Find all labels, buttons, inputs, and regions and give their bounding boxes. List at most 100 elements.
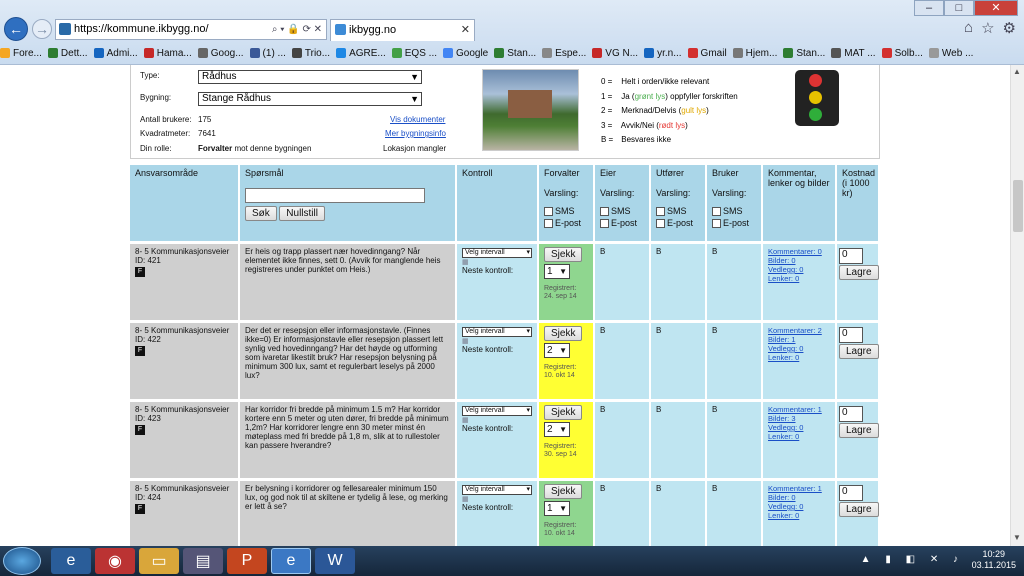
save-button[interactable]: Lagre: [839, 502, 879, 517]
comments-link[interactable]: Kommentarer: 2: [768, 326, 822, 335]
back-button[interactable]: ←: [4, 17, 28, 41]
favorite-item[interactable]: Hama...: [143, 48, 192, 59]
favorite-item[interactable]: MAT ...: [831, 48, 876, 59]
ie-taskbar-icon[interactable]: e: [51, 548, 91, 574]
attachments-link[interactable]: Vedlegg: 0: [768, 423, 803, 432]
attachments-link[interactable]: Vedlegg: 0: [768, 344, 803, 353]
flag-icon[interactable]: F: [135, 267, 145, 277]
interval-select[interactable]: Velg intervall ▾: [462, 485, 532, 495]
links-link[interactable]: Lenker: 0: [768, 353, 799, 362]
search-input[interactable]: [245, 188, 425, 203]
images-link[interactable]: Bilder: 3: [768, 414, 796, 423]
links-link[interactable]: Lenker: 0: [768, 274, 799, 283]
favorite-item[interactable]: Fore...: [0, 48, 42, 59]
sms-checkbox[interactable]: [600, 207, 609, 217]
favorites-star-icon[interactable]: ☆: [981, 19, 994, 37]
links-link[interactable]: Lenker: 0: [768, 511, 799, 520]
browser-tab[interactable]: ikbygg.no ✕: [330, 19, 475, 41]
close-tab-icon[interactable]: ✕: [461, 20, 470, 40]
address-bar[interactable]: https://kommune.ikbygg.no/ ⌕ ▾ 🔒 ⟳ ✕: [55, 19, 327, 40]
show-documents-link[interactable]: Vis dokumenter: [390, 115, 445, 124]
powerpoint-taskbar-icon[interactable]: P: [227, 548, 267, 574]
status-select[interactable]: 1 ▼: [544, 264, 570, 279]
attachments-link[interactable]: Vedlegg: 0: [768, 265, 803, 274]
comments-link[interactable]: Kommentarer: 0: [768, 247, 822, 256]
email-checkbox[interactable]: [656, 219, 665, 229]
favorite-item[interactable]: Hjem...: [732, 48, 777, 59]
favorite-item[interactable]: Web ...: [928, 48, 973, 59]
sms-checkbox[interactable]: [544, 207, 553, 217]
attachments-link[interactable]: Vedlegg: 0: [768, 502, 803, 511]
favorite-item[interactable]: Stan...: [494, 48, 536, 59]
explorer-taskbar-icon[interactable]: ▭: [139, 548, 179, 574]
minimize-button[interactable]: –: [914, 0, 944, 16]
comments-link[interactable]: Kommentarer: 1: [768, 405, 822, 414]
images-link[interactable]: Bilder: 0: [768, 256, 796, 265]
building-info-link[interactable]: Mer bygningsinfo: [385, 129, 446, 138]
flag-icon[interactable]: F: [135, 346, 145, 356]
address-tools-icon[interactable]: ⌕ ▾ 🔒 ⟳ ✕: [272, 20, 322, 39]
scroll-down-icon[interactable]: ▼: [1013, 533, 1021, 542]
favorite-item[interactable]: yr.n...: [644, 48, 682, 59]
save-button[interactable]: Lagre: [839, 423, 879, 438]
scroll-thumb[interactable]: [1013, 180, 1023, 232]
status-select[interactable]: 2 ▼: [544, 422, 570, 437]
chrome-taskbar-icon[interactable]: ◉: [95, 548, 135, 574]
start-button[interactable]: [3, 547, 41, 575]
favorite-item[interactable]: VG N...: [592, 48, 638, 59]
system-tray-icons[interactable]: ▲ ▮ ◧ ✕ ♪: [861, 554, 964, 565]
check-button[interactable]: Sjekk: [544, 484, 583, 499]
save-button[interactable]: Lagre: [839, 265, 879, 280]
word-taskbar-icon[interactable]: W: [315, 548, 355, 574]
home-icon[interactable]: ⌂: [964, 19, 973, 37]
cost-input[interactable]: 0: [839, 485, 863, 501]
images-link[interactable]: Bilder: 1: [768, 335, 796, 344]
email-checkbox[interactable]: [544, 219, 553, 229]
save-button[interactable]: Lagre: [839, 344, 879, 359]
vertical-scrollbar[interactable]: ▲ ▼: [1010, 65, 1024, 546]
flag-icon[interactable]: F: [135, 504, 145, 514]
favorite-item[interactable]: Admi...: [93, 48, 138, 59]
calendar-icon[interactable]: ▦: [462, 416, 532, 424]
interval-select[interactable]: Velg intervall ▾: [462, 406, 532, 416]
sms-checkbox[interactable]: [712, 207, 721, 217]
status-select[interactable]: 1 ▼: [544, 501, 570, 516]
favorite-item[interactable]: AGRE...: [336, 48, 386, 59]
forward-button[interactable]: →: [32, 19, 52, 39]
calendar-icon[interactable]: ▦: [462, 258, 532, 266]
favorite-item[interactable]: Goog...: [197, 48, 244, 59]
check-button[interactable]: Sjekk: [544, 247, 583, 262]
cost-input[interactable]: 0: [839, 248, 863, 264]
email-checkbox[interactable]: [712, 219, 721, 229]
type-select[interactable]: Rådhus ▼: [198, 70, 422, 84]
cost-input[interactable]: 0: [839, 327, 863, 343]
check-button[interactable]: Sjekk: [544, 405, 583, 420]
favorite-item[interactable]: Solb...: [881, 48, 923, 59]
flag-icon[interactable]: F: [135, 425, 145, 435]
clock[interactable]: 10:29 03.11.2015: [972, 549, 1016, 571]
status-select[interactable]: 2 ▼: [544, 343, 570, 358]
building-select[interactable]: Stange Rådhus ▼: [198, 92, 422, 106]
favorite-item[interactable]: EQS ...: [391, 48, 437, 59]
favorite-item[interactable]: Trio...: [291, 48, 330, 59]
scroll-up-icon[interactable]: ▲: [1013, 67, 1021, 76]
favorite-item[interactable]: Espe...: [542, 48, 586, 59]
cost-input[interactable]: 0: [839, 406, 863, 422]
favorite-item[interactable]: Google: [443, 48, 488, 59]
interval-select[interactable]: Velg intervall ▾: [462, 248, 532, 258]
images-link[interactable]: Bilder: 0: [768, 493, 796, 502]
settings-gear-icon[interactable]: ⚙: [1003, 19, 1016, 37]
close-button[interactable]: ✕: [974, 0, 1018, 16]
calendar-icon[interactable]: ▦: [462, 495, 532, 503]
links-link[interactable]: Lenker: 0: [768, 432, 799, 441]
favorite-item[interactable]: Dett...: [47, 48, 88, 59]
interval-select[interactable]: Velg intervall ▾: [462, 327, 532, 337]
email-checkbox[interactable]: [600, 219, 609, 229]
ie-active-taskbar-icon[interactable]: e: [271, 548, 311, 574]
app-taskbar-icon[interactable]: ▤: [183, 548, 223, 574]
comments-link[interactable]: Kommentarer: 1: [768, 484, 822, 493]
favorite-item[interactable]: (1) ...: [249, 48, 286, 59]
search-button[interactable]: Søk: [245, 206, 277, 221]
check-button[interactable]: Sjekk: [544, 326, 583, 341]
favorite-item[interactable]: Stan...: [783, 48, 825, 59]
